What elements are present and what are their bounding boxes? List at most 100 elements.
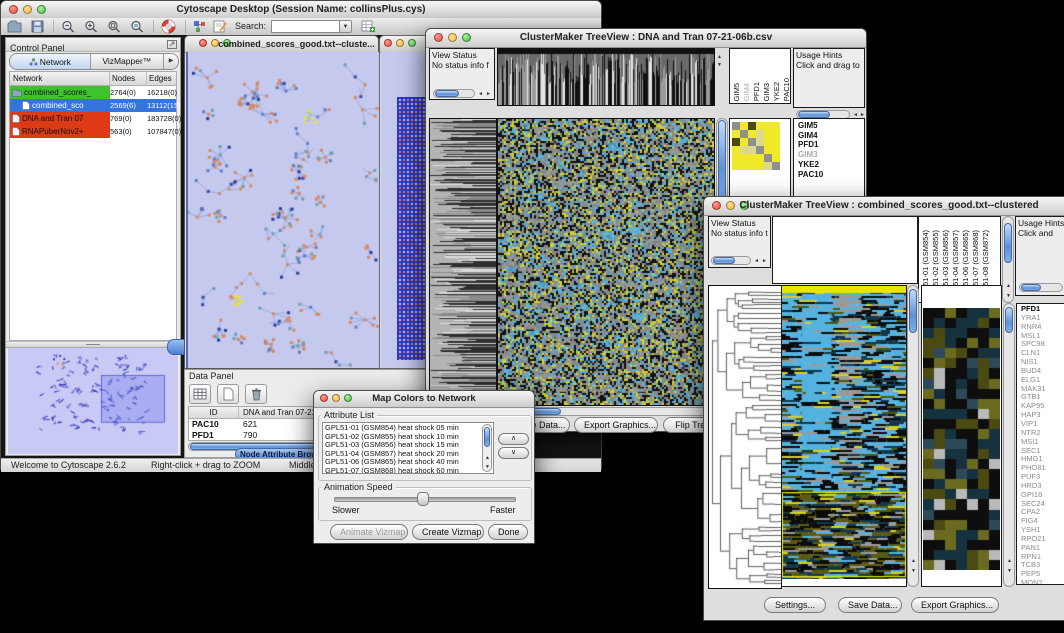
tv1-heatmap[interactable]	[497, 118, 715, 406]
column-gene-label[interactable]: PFD1	[752, 82, 761, 101]
birdseye-view[interactable]	[8, 348, 178, 454]
scroll-up-icon[interactable]: ▲	[717, 54, 722, 60]
scroll-down-icon[interactable]: ▼	[485, 464, 490, 470]
treeview1-title-bar[interactable]: ClusterMaker TreeView : DNA and Tran 07-…	[426, 29, 866, 48]
move-up-button[interactable]: ∧	[498, 433, 529, 445]
column-gene-label[interactable]: PAC10	[782, 78, 791, 101]
tab-overflow-button[interactable]: ▶	[164, 54, 178, 69]
annotation-icon[interactable]	[213, 20, 227, 33]
tv2-column-dendrogram-panel[interactable]	[772, 216, 918, 284]
matrix-cell	[748, 146, 756, 154]
speed-slider-thumb[interactable]	[417, 492, 429, 506]
zoom-fit-icon[interactable]	[130, 20, 144, 33]
search-dropdown-button[interactable]: ▼	[339, 20, 352, 33]
scroll-down-icon[interactable]: ▼	[717, 62, 722, 68]
attribute-list-item[interactable]: GPL51-07 (GSM868) heat shock 60 min	[325, 467, 491, 475]
scroll-left-icon[interactable]: ◄	[478, 91, 483, 97]
panel-divider[interactable]	[6, 341, 180, 348]
tv2-zoom-scrollbar[interactable]: ▲ ▼	[1003, 303, 1015, 587]
network-window-title-bar[interactable]: combined_scores_good.txt--cluste...	[185, 36, 378, 53]
usage-hints-scrollbar[interactable]	[1019, 283, 1063, 292]
search-input[interactable]	[271, 20, 343, 33]
save-data-button[interactable]: Save Data...	[838, 597, 902, 613]
scroll-up-icon[interactable]: ▲	[1007, 558, 1012, 564]
gene-label[interactable]: GIM5	[796, 121, 864, 131]
scroll-down-icon[interactable]: ▼	[911, 568, 916, 574]
zoom-in-icon[interactable]	[84, 20, 98, 33]
scroll-left-icon[interactable]: ◄	[754, 258, 759, 264]
scroll-up-icon[interactable]: ▲	[485, 455, 490, 461]
treeview2-window: ClusterMaker TreeView : combined_scores_…	[703, 196, 1064, 621]
tv2-zoom-heatmap[interactable]	[923, 308, 1000, 570]
animate-vizmap-button[interactable]: Animate Vizmap	[330, 524, 408, 540]
attribute-table-icon[interactable]	[361, 20, 376, 33]
close-button[interactable]	[384, 39, 392, 47]
col-header-network[interactable]: Network	[10, 72, 110, 85]
save-session-icon[interactable]	[31, 20, 44, 33]
export-graphics-button[interactable]: Export Graphics...	[911, 597, 999, 613]
matrix-cell	[772, 162, 780, 170]
move-down-button[interactable]: ∨	[498, 447, 529, 459]
tv2-row-dendrogram[interactable]	[708, 285, 782, 589]
column-gene-label[interactable]: GIM4	[742, 83, 751, 101]
network-row[interactable]: DNA and Tran 07 769(0) 183728(0)	[10, 112, 176, 125]
data-col-id[interactable]: ID	[189, 407, 239, 418]
column-gene-label[interactable]: GIM5	[732, 83, 741, 101]
settings-button[interactable]: Settings...	[764, 597, 826, 613]
network-row[interactable]: RNAPuberNov2+ 563(0) 107847(0)	[10, 125, 176, 138]
tab-vizmapper[interactable]: VizMapper™	[91, 54, 164, 69]
open-session-icon[interactable]	[7, 20, 22, 33]
scroll-down-icon[interactable]: ▼	[1007, 568, 1012, 574]
treeview2-title-bar[interactable]: ClusterMaker TreeView : combined_scores_…	[704, 197, 1064, 216]
network-row[interactable]: combined_scores_ 2764(0) 16218(0)	[10, 86, 176, 99]
zoom-selected-icon[interactable]	[107, 20, 121, 33]
gene-label[interactable]: MON2	[1019, 579, 1064, 585]
done-button[interactable]: Done	[488, 524, 528, 540]
new-attribute-icon[interactable]	[217, 384, 239, 404]
tv2-heatmap[interactable]	[782, 286, 906, 579]
tv2-heatmap-scrollbar[interactable]: ▲ ▼	[907, 285, 919, 587]
minimize-button[interactable]	[396, 39, 404, 47]
help-lifesaver-icon[interactable]	[161, 19, 176, 34]
network-canvas[interactable]	[186, 52, 379, 368]
gene-label[interactable]: YKE2	[796, 160, 864, 170]
desktop: Cytoscape Desktop (Session Name: collins…	[0, 0, 1064, 633]
scroll-up-icon[interactable]: ▲	[1006, 283, 1011, 289]
similarity-matrix[interactable]	[732, 122, 780, 170]
zoom-out-icon[interactable]	[61, 20, 75, 33]
network-view-window: combined_scores_good.txt--cluste...	[184, 35, 379, 369]
float-panel-icon[interactable]	[167, 40, 177, 49]
tv1-row-dendrogram[interactable]	[429, 118, 497, 406]
col-header-nodes[interactable]: Nodes	[110, 72, 147, 85]
main-title-bar[interactable]: Cytoscape Desktop (Session Name: collins…	[1, 1, 601, 19]
tv2-collabel-scrollbar[interactable]: ▲ ▼	[1002, 216, 1014, 303]
dense-network-view[interactable]	[397, 97, 428, 360]
attribute-list-scrollbar[interactable]: ▲ ▼	[482, 424, 492, 472]
zoom-button[interactable]	[408, 39, 416, 47]
tv1-column-labels-panel[interactable]: GIM5GIM4PFD1GIM3YKE2PAC10	[729, 48, 791, 104]
vizmapper-icon[interactable]	[193, 20, 207, 33]
gene-label[interactable]: PFD1	[796, 140, 864, 150]
view-status-scrollbar[interactable]	[711, 256, 751, 265]
attribute-list[interactable]: GPL51-01 (GSM854) heat shock 05 minGPL51…	[322, 422, 494, 474]
network-row-selected[interactable]: combined_sco 2569(6) 13112(15)	[10, 99, 176, 112]
export-graphics-button[interactable]: Export Graphics...	[574, 417, 658, 433]
gene-label[interactable]: PAC10	[796, 170, 864, 180]
scroll-down-icon[interactable]: ▼	[1006, 293, 1011, 299]
gene-label[interactable]: GIM4	[796, 131, 864, 141]
delete-attribute-icon[interactable]	[245, 384, 267, 404]
tv2-gene-list-panel[interactable]: PFD1YRA1RNR4MSL1SPC98CLN1NIS1BUD4ELG1MAK…	[1016, 303, 1064, 585]
dialog-title-bar[interactable]: Map Colors to Network	[314, 391, 534, 408]
attribute-select-icon[interactable]	[189, 384, 211, 404]
scroll-right-icon[interactable]: ►	[486, 91, 491, 97]
view-status-scrollbar[interactable]	[433, 89, 475, 98]
create-vizmap-button[interactable]: Create Vizmap	[412, 524, 484, 540]
scroll-right-icon[interactable]: ►	[762, 258, 767, 264]
column-gene-label[interactable]: GIM3	[762, 83, 771, 101]
tv1-column-dendrogram[interactable]	[497, 48, 715, 106]
scroll-up-icon[interactable]: ▲	[911, 558, 916, 564]
column-gene-label[interactable]: YKE2	[772, 82, 781, 101]
col-header-edges[interactable]: Edges	[147, 72, 186, 85]
tab-network[interactable]: Network	[10, 54, 91, 69]
gene-label[interactable]: GIM3	[796, 150, 864, 160]
